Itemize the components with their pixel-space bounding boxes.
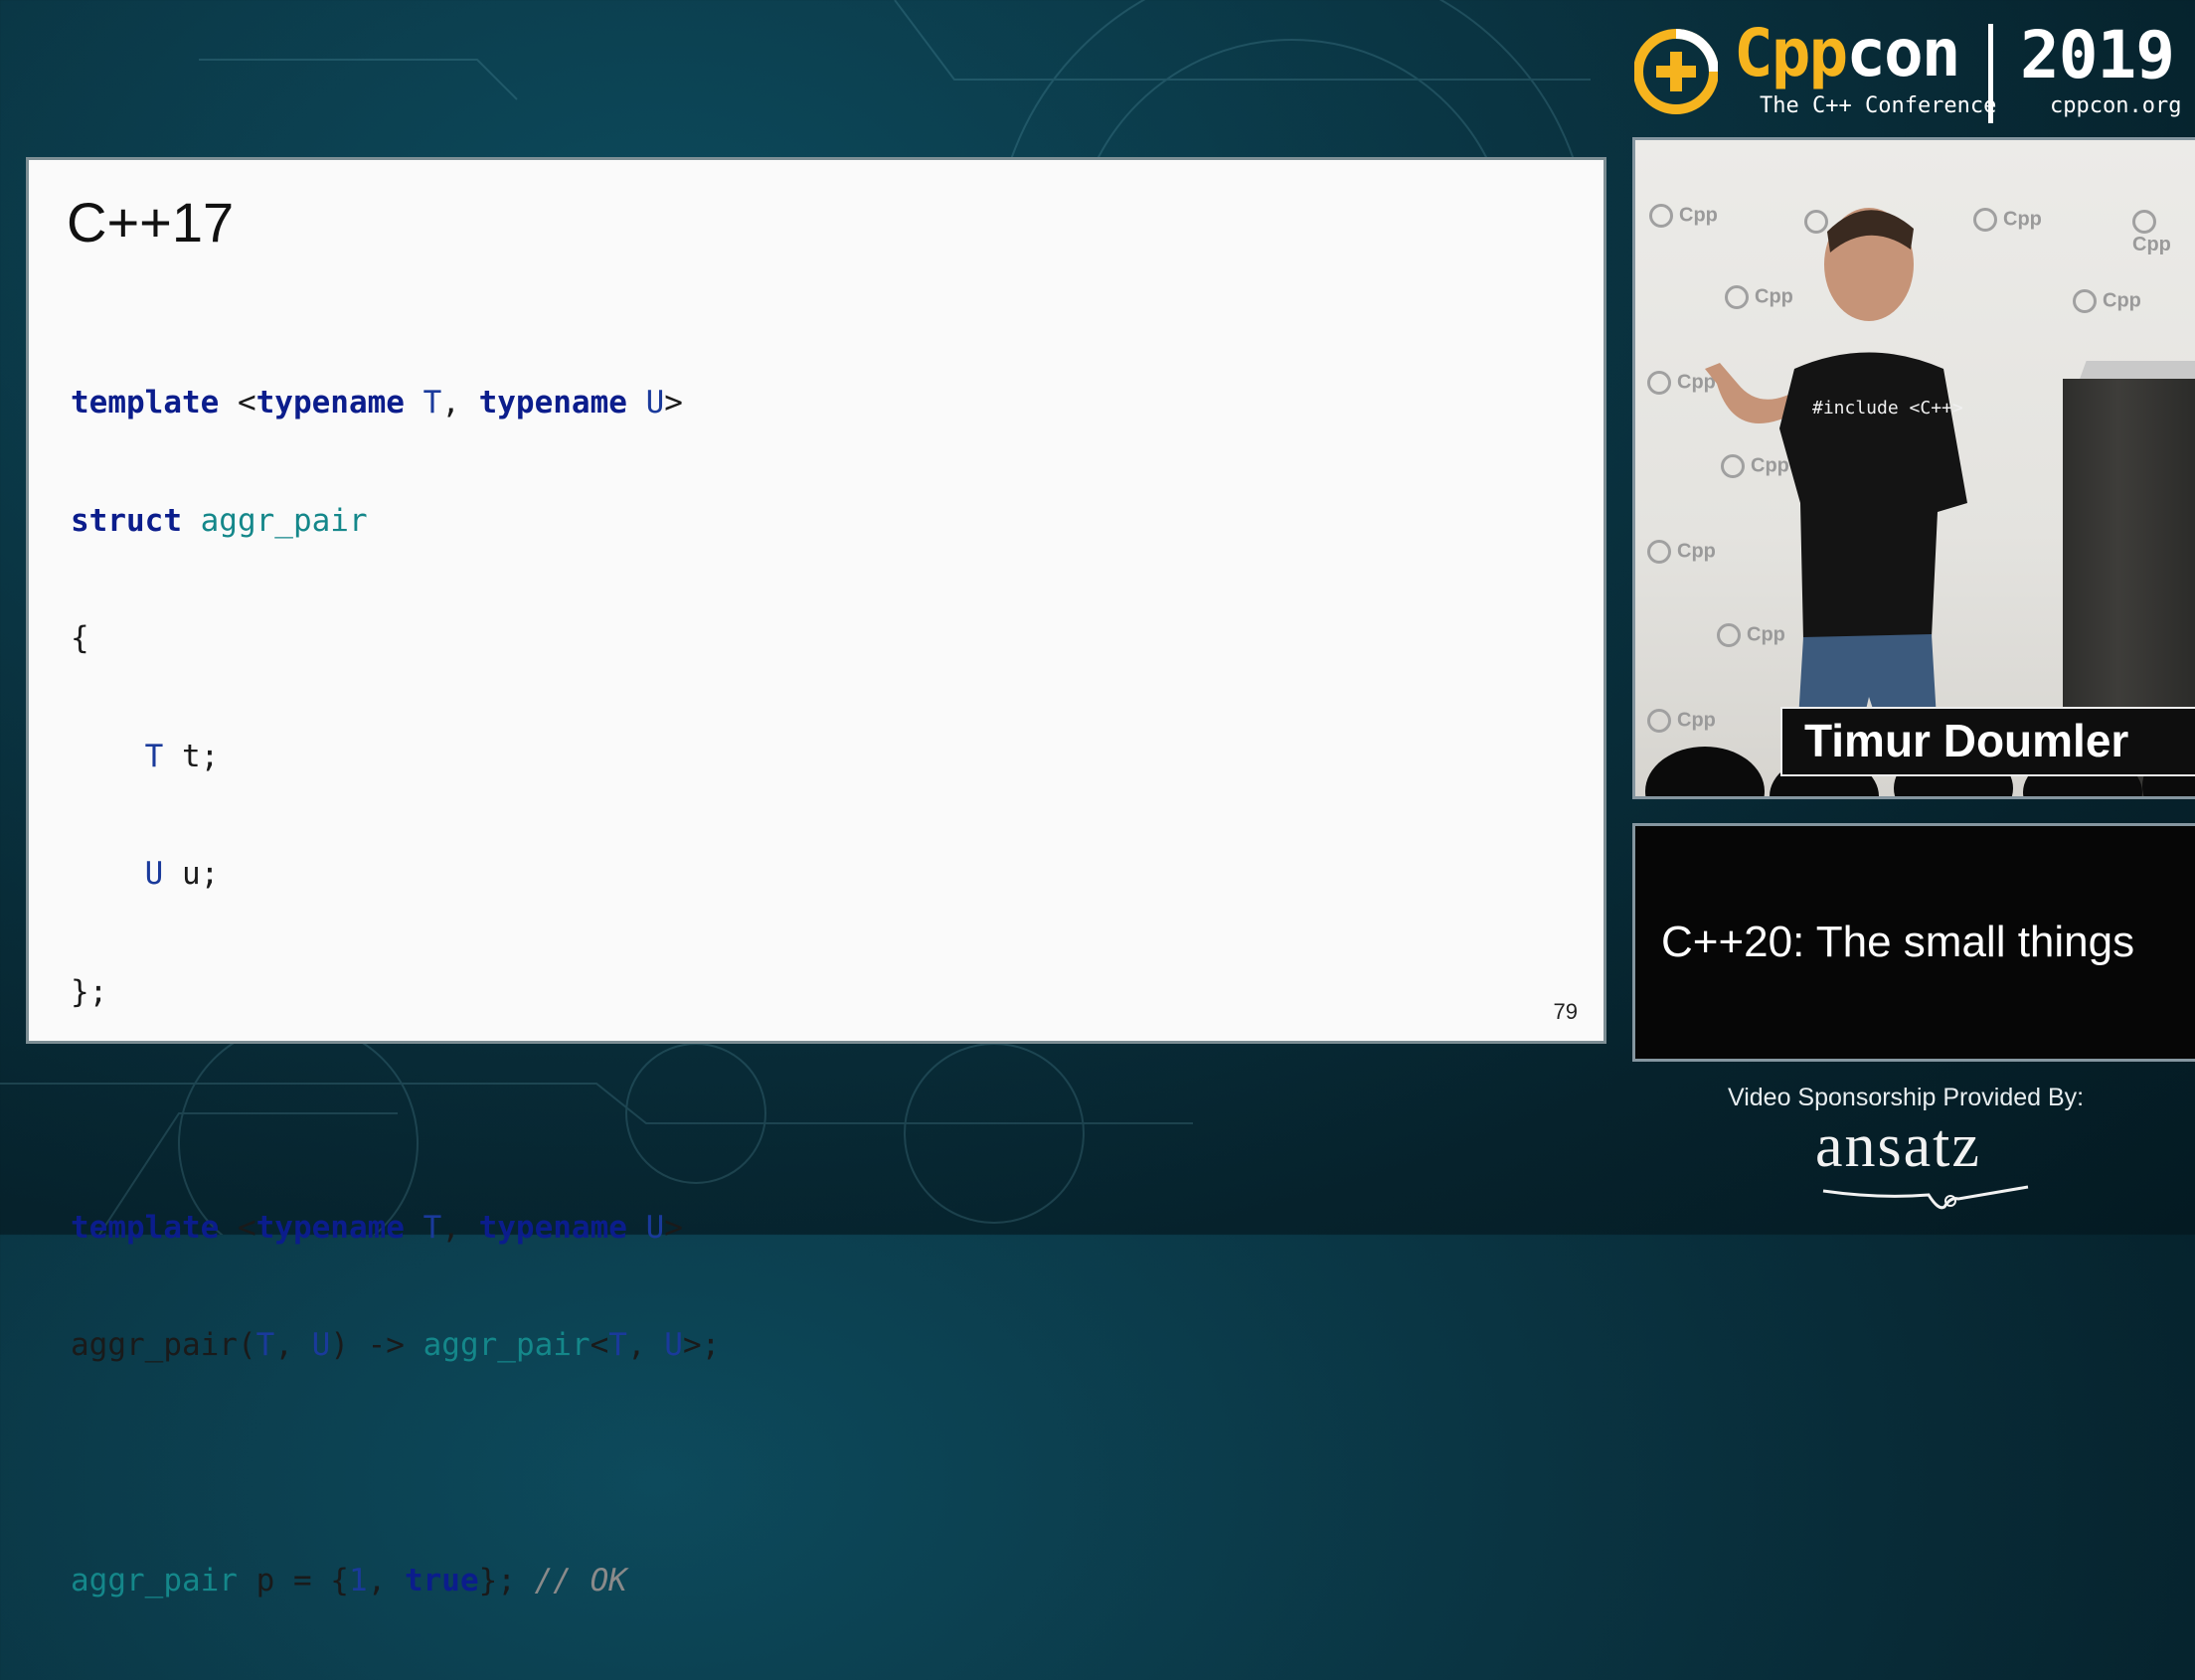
speaker-figure: #include <C++> xyxy=(1705,208,1967,756)
slide-page-number: 79 xyxy=(1553,999,1578,1024)
code-line: }; xyxy=(71,973,108,1010)
speaker-video: Cpp Cpp Cpp Cpp Cpp Cpp Cpp Cpp Cpp Cpp … xyxy=(1632,137,2195,799)
slide-title: C++17 xyxy=(67,191,235,253)
code-line: T t; xyxy=(71,738,220,774)
svg-text:#include <C++>: #include <C++> xyxy=(1812,398,1963,419)
sponsor-logo: ansatz xyxy=(1815,1112,1981,1180)
talk-title: C++20: The small things xyxy=(1661,918,2135,966)
code-line: { xyxy=(71,620,89,656)
conference-year: 2019 xyxy=(2020,17,2175,93)
cppcon-watermark: Cpp xyxy=(2073,289,2141,313)
code-line: U u; xyxy=(71,856,220,892)
code-line: template <typename T, typename U> xyxy=(71,385,683,420)
code-line: aggr_pair(T, U) -> aggr_pair<T, U>; xyxy=(71,1327,721,1363)
logo-wordmark: Cppcon xyxy=(1734,15,1960,91)
sponsor-label: Video Sponsorship Provided By: xyxy=(1728,1084,2085,1111)
cppcon-watermark: Cpp xyxy=(1973,208,2042,232)
code-line: aggr_pair p = {1, true}; // OK xyxy=(71,1563,627,1598)
code-line: template <typename T, typename U> xyxy=(71,1209,683,1246)
sponsor-swoosh-icon xyxy=(1822,1185,2029,1210)
code-line: struct aggr_pair xyxy=(71,502,368,539)
laptop xyxy=(2079,361,2195,381)
conference-url: cppcon.org xyxy=(2050,93,2182,118)
speaker-name-plate: Timur Doumler xyxy=(1780,707,2195,776)
logo-divider xyxy=(1988,24,1993,123)
logo-subtitle: The C++ Conference xyxy=(1760,93,1997,118)
cppcon-logo-icon xyxy=(1634,29,1718,114)
code-block: template <typename T, typename U> struct… xyxy=(71,305,720,1680)
cppcon-watermark: Cpp xyxy=(2132,210,2195,256)
cppcon-logo: Cppcon The C++ Conference 2019 cppcon.or… xyxy=(1630,14,2187,133)
talk-title-box: C++20: The small things xyxy=(1632,823,2195,1062)
presentation-slide: C++17 template <typename T, typename U> … xyxy=(26,157,1606,1598)
